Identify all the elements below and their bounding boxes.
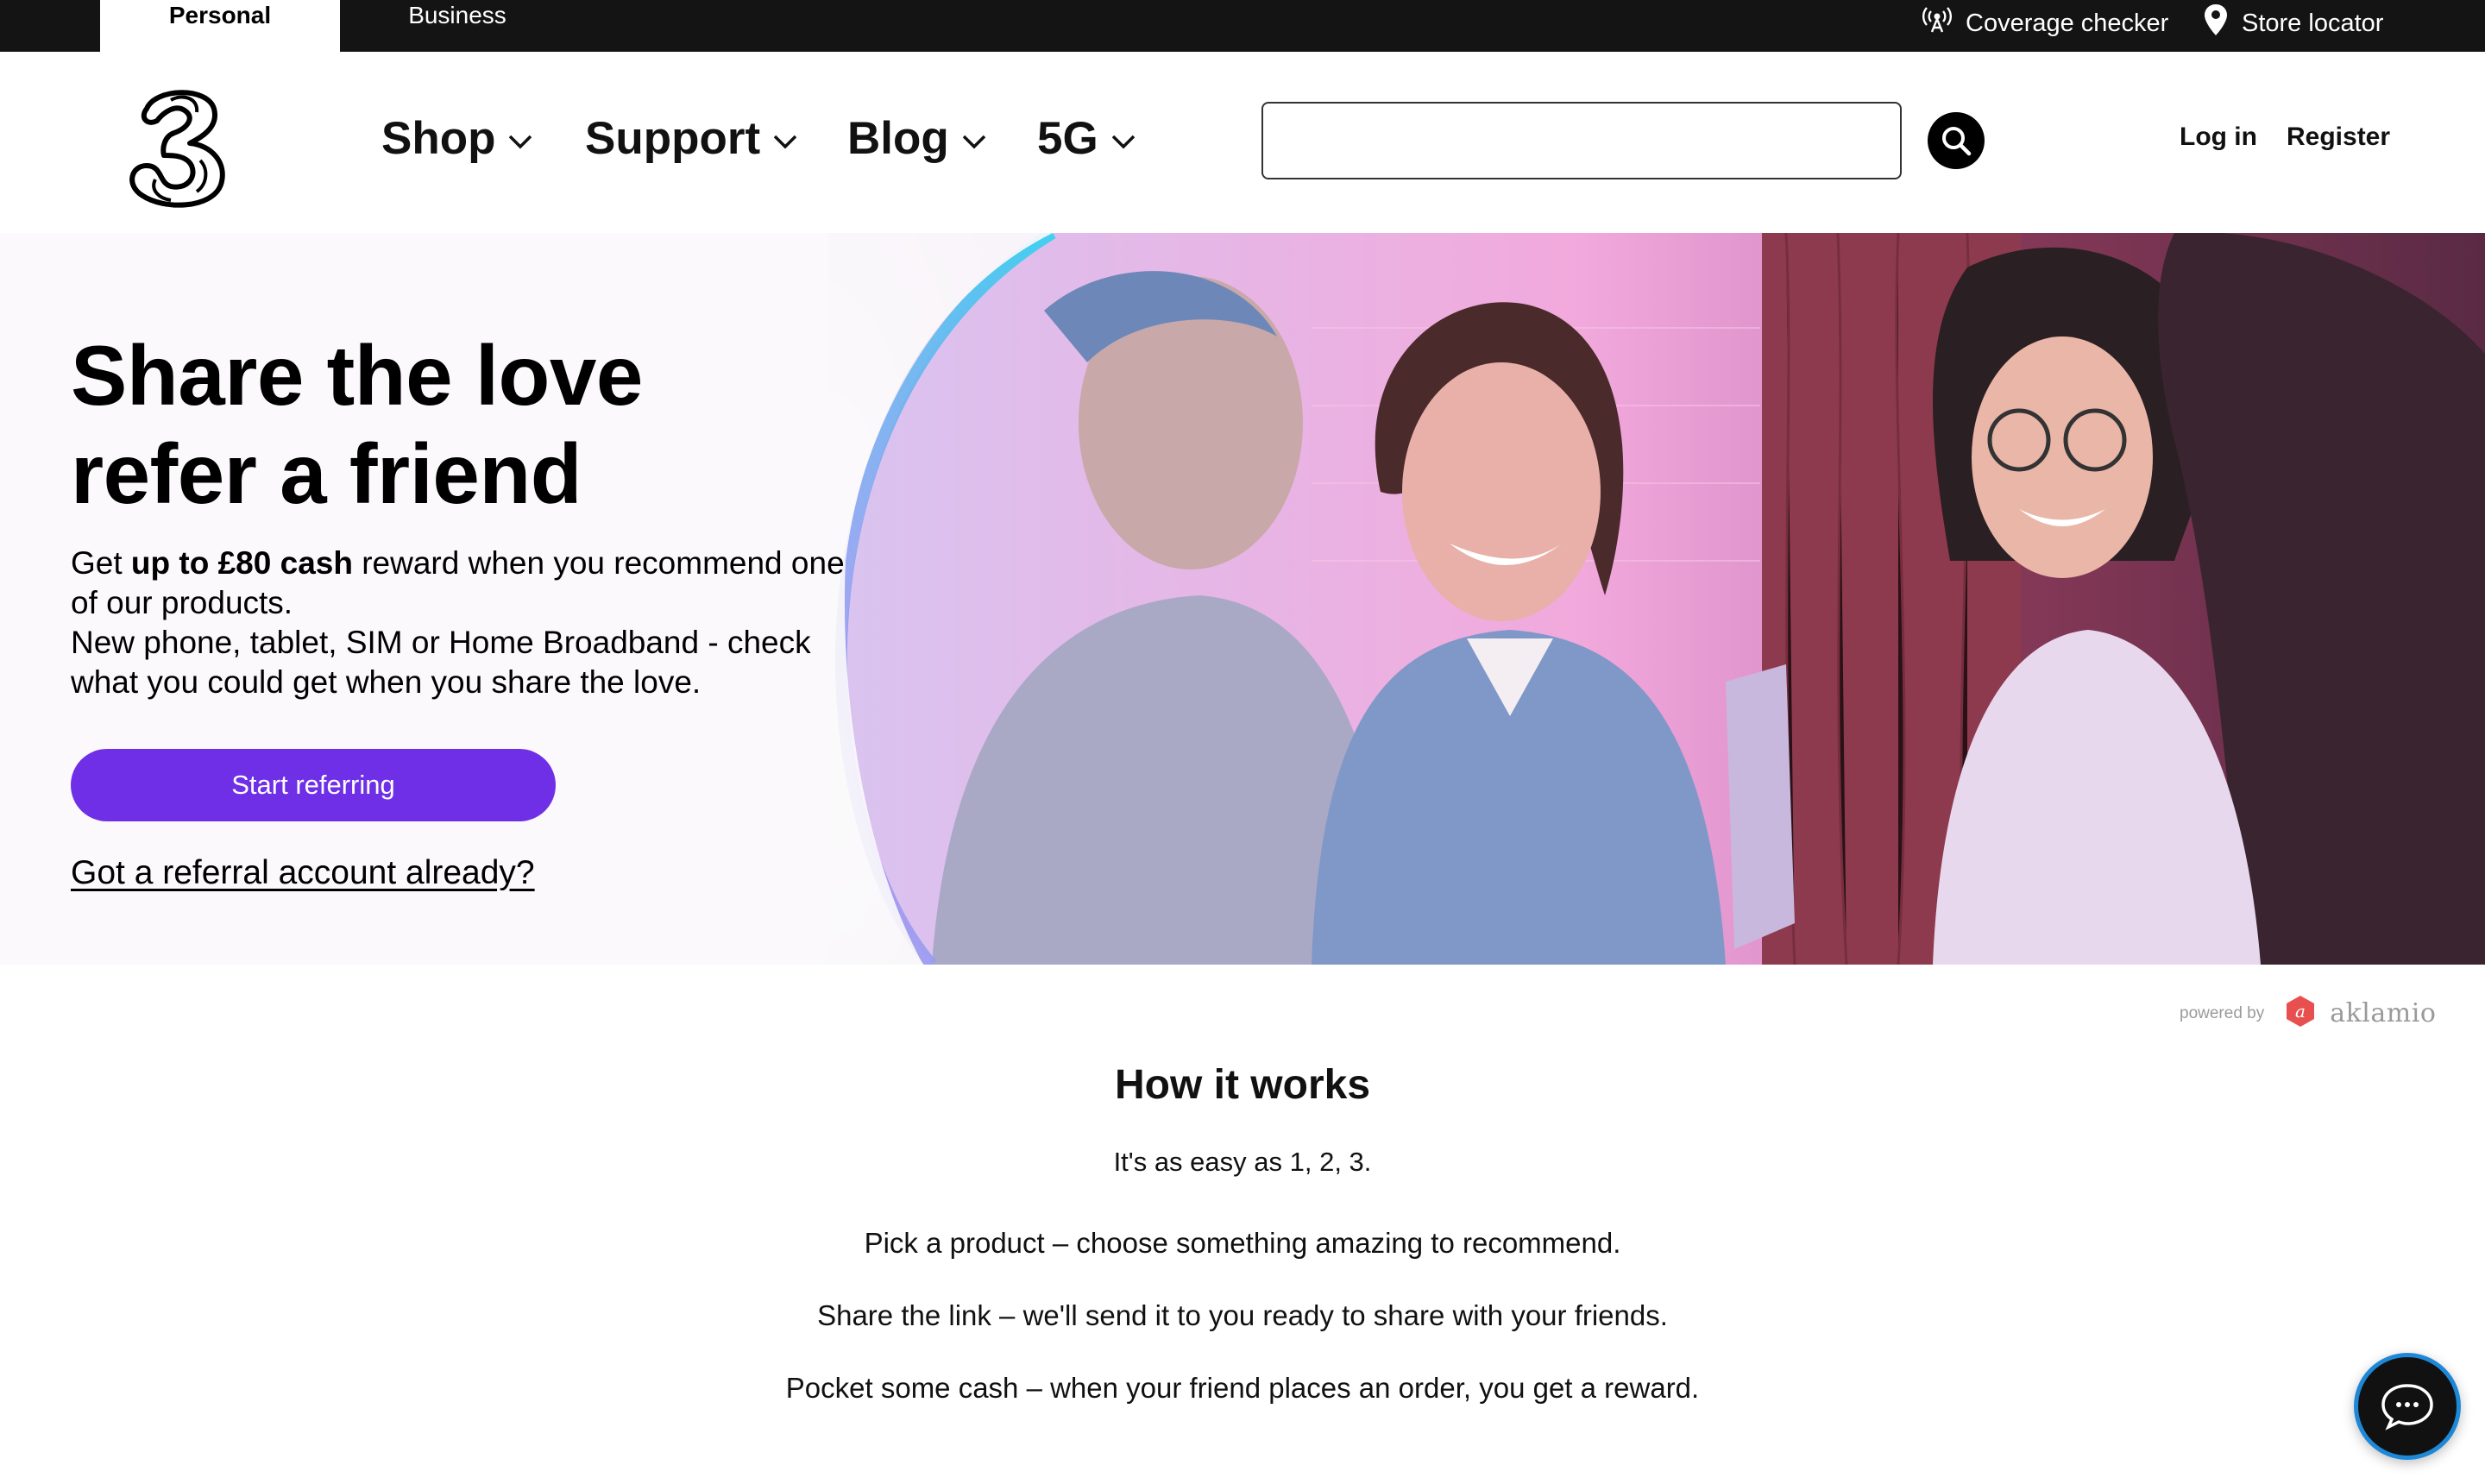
powered-by-label: powered by <box>2180 1003 2265 1022</box>
powered-by-badge[interactable]: powered by a aklamio <box>2180 994 2436 1033</box>
hero-title-line2: refer a friend <box>71 426 582 521</box>
start-referring-button[interactable]: Start referring <box>71 749 556 821</box>
nav-support-label: Support <box>585 113 761 164</box>
chevron-down-icon <box>962 135 985 148</box>
hero-title: Share the love refer a friend <box>71 326 643 523</box>
nav-blog[interactable]: Blog <box>847 112 987 165</box>
referral-account-link[interactable]: Got a referral account already? <box>71 854 535 892</box>
search-icon <box>1942 127 1972 156</box>
chevron-down-icon <box>773 135 797 148</box>
search-input[interactable] <box>1261 102 1902 179</box>
login-link[interactable]: Log in <box>2180 123 2257 152</box>
how-it-works-title: How it works <box>1114 1062 1371 1108</box>
hero-description-line1: Get up to £80 cash reward when you recom… <box>71 544 847 623</box>
hero-text-bold: up to £80 cash <box>130 545 353 581</box>
hero-description: Get up to £80 cash reward when you recom… <box>71 544 847 702</box>
segment-tab-personal[interactable]: Personal <box>100 0 340 52</box>
nav-5g-label: 5G <box>1037 113 1098 164</box>
three-logo-icon[interactable] <box>121 83 233 212</box>
chat-bubble-icon <box>2381 1384 2433 1431</box>
coverage-checker-label: Coverage checker <box>1966 9 2169 37</box>
hero-banner: Share the love refer a friend Get up to … <box>0 233 2485 965</box>
nav-blog-label: Blog <box>847 113 949 164</box>
chat-button[interactable] <box>2354 1353 2461 1460</box>
coverage-checker-link[interactable]: Coverage checker <box>1922 0 2168 47</box>
svg-text:a: a <box>2295 1001 2306 1022</box>
chevron-down-icon <box>1111 135 1135 148</box>
nav-support[interactable]: Support <box>585 112 798 165</box>
utility-bar: Personal Business Coverage checker Store… <box>0 0 2485 52</box>
hero-description-line2: New phone, tablet, SIM or Home Broadband… <box>71 625 811 700</box>
how-it-works-subtitle: It's as easy as 1, 2, 3. <box>1113 1147 1372 1177</box>
how-it-works-steps: Pick a product – choose something amazin… <box>0 1226 2485 1443</box>
step-item: Share the link – we'll send it to you re… <box>817 1299 1668 1331</box>
chevron-down-icon <box>509 135 532 148</box>
hero-image <box>828 233 2485 965</box>
hero-text-prefix: Get <box>71 545 131 581</box>
step-item: Pick a product – choose something amazin… <box>864 1227 1621 1259</box>
signal-tower-icon <box>1922 5 1966 41</box>
store-locator-label: Store locator <box>2242 9 2384 37</box>
step-item: Pocket some cash – when your friend plac… <box>785 1372 1700 1404</box>
search-button[interactable] <box>1928 112 1985 169</box>
aklamio-logo-icon: a <box>2283 994 2318 1033</box>
nav-5g[interactable]: 5G <box>1037 112 1136 165</box>
how-it-works-section: How it works It's as easy as 1, 2, 3. Pi… <box>0 1061 2485 1443</box>
map-pin-icon <box>2204 3 2242 43</box>
nav-shop[interactable]: Shop <box>381 112 533 165</box>
hero-title-line1: Share the love <box>71 328 643 423</box>
aklamio-brand-name: aklamio <box>2330 998 2437 1028</box>
register-link[interactable]: Register <box>2287 123 2390 152</box>
store-locator-link[interactable]: Store locator <box>2204 0 2383 47</box>
main-header: Shop Support Blog 5G Log in Register <box>0 52 2485 233</box>
nav-shop-label: Shop <box>381 113 496 164</box>
segment-tab-business[interactable]: Business <box>340 0 575 52</box>
